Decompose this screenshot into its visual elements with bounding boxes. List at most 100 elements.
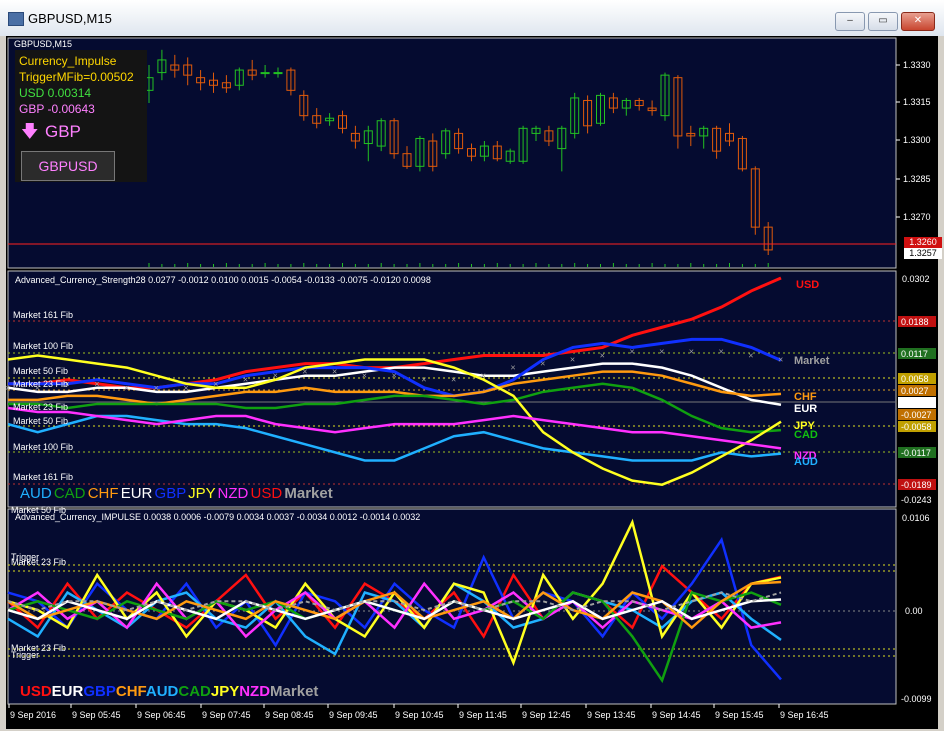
ask-price-box: 1.3257 <box>904 248 942 259</box>
time-axis-label: 9 Sep 2016 <box>10 710 56 720</box>
price-tick-label: 1.3270 <box>903 212 931 222</box>
legend-jpy: JPY <box>188 485 216 502</box>
impulse-fib-50-label: Market 50 Fib <box>11 505 67 515</box>
impulse-legend-chf: CHF <box>115 683 146 700</box>
down-arrow-icon: 🡇 <box>21 122 39 141</box>
time-axis-label: 9 Sep 08:45 <box>265 710 314 720</box>
impulse-legend-nzd: NZD <box>239 683 271 700</box>
strength-level-text: 0.0027 <box>901 386 929 396</box>
time-axis-label: 9 Sep 05:45 <box>72 710 121 720</box>
fib-label-100-bottom: Market 100 Fib <box>13 442 74 452</box>
fib-label-50-top: Market 50 Fib <box>13 366 69 376</box>
symbol-button[interactable]: GBPUSD <box>21 151 115 181</box>
market-marker: × <box>124 383 129 393</box>
impulse-legend-jpy: JPY <box>210 683 240 700</box>
impulse-legend: USDEURGBPCHFAUDCADJPYNZDMarket <box>20 683 318 700</box>
impulse-legend-cad: CAD <box>178 683 211 700</box>
fib-label-161-top: Market 161 Fib <box>13 310 74 320</box>
market-marker: × <box>243 375 248 385</box>
price-tick-label: 1.3285 <box>903 174 931 184</box>
tag-eur: EUR <box>794 403 818 415</box>
impulse-axis-top: 0.0106 <box>902 513 930 523</box>
market-marker: × <box>481 371 486 381</box>
strength-axis-bottom: -0.0243 <box>901 495 932 505</box>
time-axis-label: 9 Sep 15:45 <box>715 710 764 720</box>
impulse-legend-market: Market <box>270 683 319 700</box>
market-marker: × <box>510 363 515 373</box>
market-marker: × <box>273 371 278 381</box>
market-marker: × <box>659 346 664 356</box>
strength-level-text: -0.0058 <box>901 422 932 432</box>
strength-legend: AUD CAD CHF EUR GBP JPY NZD USD Market <box>20 485 333 502</box>
chart-window-icon <box>8 12 24 26</box>
maximize-button[interactable]: ▭ <box>868 12 898 31</box>
strength-level-text: -0.0027 <box>901 410 932 420</box>
market-marker: × <box>421 375 426 385</box>
window-title-bar[interactable]: GBPUSD,M15 ‒ ▭ ✕ <box>0 0 944 36</box>
impulse-legend-eur: EUR <box>51 683 84 700</box>
market-marker: × <box>570 355 575 365</box>
impulse-legend-usd: USD <box>20 683 52 700</box>
chart-frame[interactable]: 1.3330 1.3315 1.3300 1.3285 1.3270 0.0188 0.01… <box>6 36 942 729</box>
impulse-axis-bottom: -0.0099 <box>901 694 932 704</box>
market-marker: × <box>392 371 397 381</box>
market-marker: × <box>719 346 724 356</box>
market-marker: × <box>600 351 605 361</box>
time-axis-label: 9 Sep 09:45 <box>329 710 378 720</box>
time-axis-label: 9 Sep 13:45 <box>587 710 636 720</box>
strength-level-text: 0.0058 <box>901 374 929 384</box>
tag-cad: CAD <box>794 429 818 441</box>
impulse-trigger-bottom-label: Trigger <box>11 650 40 660</box>
impulse-axis-zero: 0.00 <box>905 606 923 616</box>
strength-level-text: 0.0188 <box>901 317 929 327</box>
time-axis-label: 9 Sep 10:45 <box>395 710 444 720</box>
market-marker: × <box>689 346 694 356</box>
window-title: GBPUSD,M15 <box>28 11 112 26</box>
market-marker: × <box>540 359 545 369</box>
market-marker: × <box>94 379 99 389</box>
legend-aud: AUD <box>20 485 52 502</box>
market-marker: × <box>302 367 307 377</box>
market-marker: × <box>6 383 10 393</box>
strength-level-text: 0.0000 <box>901 398 929 408</box>
time-axis-label: 9 Sep 06:45 <box>137 710 186 720</box>
candle-body <box>273 72 283 75</box>
trigger-value: TriggerMFib=0.00502 <box>19 70 134 84</box>
usd-impulse-value: USD 0.00314 <box>19 86 92 100</box>
price-tick-label: 1.3315 <box>903 97 931 107</box>
market-marker: × <box>154 383 159 393</box>
fib-label-23-bottom: Market 23 Fib <box>13 402 69 412</box>
price-tick-label: 1.3330 <box>903 60 931 70</box>
minimize-button[interactable]: ‒ <box>835 12 865 31</box>
market-marker: × <box>362 371 367 381</box>
close-button[interactable]: ✕ <box>901 12 935 31</box>
market-marker: × <box>629 346 634 356</box>
strength-header: Advanced_Currency_Strength28 0.0277 -0.0… <box>15 275 431 285</box>
fib-label-23-top: Market 23 Fib <box>13 379 69 389</box>
tag-chf: CHF <box>794 391 817 403</box>
market-marker: × <box>451 375 456 385</box>
legend-market: Market <box>284 485 333 502</box>
impulse-legend-gbp: GBP <box>83 683 116 700</box>
time-axis-label: 9 Sep 12:45 <box>522 710 571 720</box>
time-axis-label: 9 Sep 16:45 <box>780 710 829 720</box>
legend-eur: EUR <box>120 485 153 502</box>
legend-chf: CHF <box>87 485 119 502</box>
market-marker: × <box>332 367 337 377</box>
impulse-fib-23-top-label: Market 23 Fib <box>11 557 67 567</box>
legend-usd: USD <box>250 485 283 502</box>
time-axis-label: 9 Sep 14:45 <box>652 710 701 720</box>
strength-level-text: -0.0117 <box>901 448 931 458</box>
candle-body <box>260 72 270 75</box>
fib-label-50-bottom: Market 50 Fib <box>13 416 69 426</box>
legend-cad: CAD <box>53 485 86 502</box>
fib-label-161-bottom: Market 161 Fib <box>13 472 74 482</box>
legend-gbp: GBP <box>154 485 186 502</box>
impulse-header: Advanced_Currency_IMPULSE 0.0038 0.0006 … <box>15 512 421 522</box>
price-tick-label: 1.3300 <box>903 135 931 145</box>
market-marker: × <box>748 351 753 361</box>
time-axis-label: 9 Sep 07:45 <box>202 710 251 720</box>
legend-nzd: NZD <box>217 485 249 502</box>
tag-usd: USD <box>796 279 820 291</box>
impulse-legend-aud: AUD <box>145 683 179 700</box>
